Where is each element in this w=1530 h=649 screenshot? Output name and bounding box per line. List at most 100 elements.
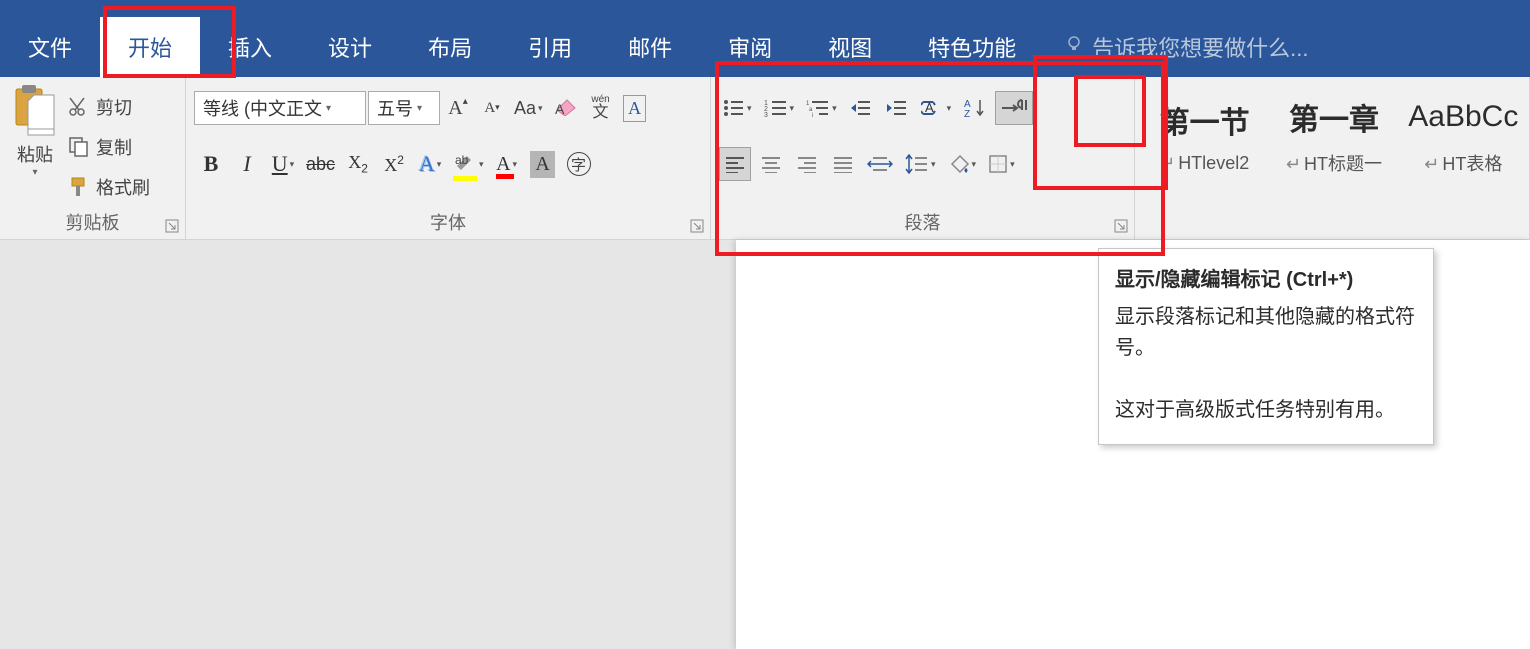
scissors-icon (68, 96, 90, 118)
italic-button[interactable]: I (230, 147, 264, 181)
style-ht-table[interactable]: AaBbCc ↵HT表格 (1400, 79, 1527, 187)
shrink-font-button[interactable]: A▾ (476, 91, 508, 125)
svg-text:ab: ab (455, 153, 469, 167)
asian-layout-button[interactable]: A▾ (917, 91, 956, 125)
style-htlevel2[interactable]: 第一节 ↵HTlevel2 (1141, 79, 1268, 187)
bold-button[interactable]: B (194, 147, 228, 181)
paste-label: 粘贴 (17, 141, 53, 167)
strikethrough-icon: abc (306, 154, 335, 175)
tab-insert[interactable]: 插入 (200, 17, 300, 77)
phonetic-guide-button[interactable]: wén 文 (585, 91, 617, 125)
subscript-button[interactable]: X2 (341, 147, 375, 181)
distributed-button[interactable] (863, 147, 897, 181)
paste-dropdown-arrow[interactable]: ▾ (32, 167, 37, 178)
decrease-indent-button[interactable] (845, 91, 877, 125)
font-color-button[interactable]: A▾ (490, 147, 524, 181)
copy-label: 复制 (96, 134, 132, 160)
cut-label: 剪切 (96, 94, 132, 120)
font-name-combo[interactable]: 等线 (中文正文 ▾ (194, 91, 366, 125)
font-size-combo[interactable]: 五号 ▾ (368, 91, 440, 125)
decrease-indent-icon (850, 99, 872, 117)
line-spacing-button[interactable]: ▾ (901, 147, 940, 181)
align-right-button[interactable] (791, 147, 823, 181)
show-hide-marks-button[interactable] (995, 91, 1033, 125)
ribbon: 粘贴 ▾ 剪切 复制 格式刷 剪贴板 等线 (中文正文 (0, 77, 1530, 240)
line-spacing-icon (905, 154, 929, 174)
grow-font-button[interactable]: A▴ (442, 91, 474, 125)
phonetic-guide-icon: wén 文 (591, 95, 609, 121)
tab-references[interactable]: 引用 (500, 17, 600, 77)
font-launcher[interactable] (690, 219, 704, 233)
align-center-button[interactable] (755, 147, 787, 181)
text-effects-button[interactable]: A▾ (413, 147, 447, 181)
shrink-font-icon: A▾ (484, 100, 499, 117)
align-center-icon (760, 155, 782, 173)
tab-home[interactable]: 开始 (100, 17, 200, 77)
paste-icon (14, 85, 56, 137)
character-shading-button[interactable]: A (526, 147, 560, 181)
paragraph-launcher[interactable] (1114, 219, 1128, 233)
group-paragraph: ▾ 123▾ 1ai▾ A▾ AZ (711, 77, 1135, 239)
tab-special-features[interactable]: 特色功能 (900, 17, 1044, 77)
align-justify-button[interactable] (827, 147, 859, 181)
format-painter-label: 格式刷 (96, 174, 150, 200)
group-clipboard: 粘贴 ▾ 剪切 复制 格式刷 剪贴板 (0, 77, 186, 239)
svg-text:Z: Z (964, 109, 970, 118)
style-sample: 第一章 (1289, 90, 1379, 144)
character-border-button[interactable]: A (619, 91, 651, 125)
align-left-icon (724, 155, 746, 173)
strikethrough-button[interactable]: abc (302, 147, 339, 181)
numbering-button[interactable]: 123▾ (760, 91, 799, 125)
tab-view[interactable]: 视图 (800, 17, 900, 77)
group-font: 等线 (中文正文 ▾ 五号 ▾ A▴ A▾ Aa▾ A (186, 77, 711, 239)
clipboard-launcher[interactable] (165, 219, 179, 233)
tab-review[interactable]: 审阅 (700, 17, 800, 77)
tell-me-search[interactable]: 告诉我您想要做什么... (1044, 17, 1328, 77)
sort-button[interactable]: AZ (959, 91, 991, 125)
copy-button[interactable]: 复制 (68, 134, 179, 160)
highlight-icon: ab (453, 150, 477, 179)
character-shading-icon: A (530, 151, 554, 178)
bullets-icon (723, 99, 745, 117)
increase-indent-button[interactable] (881, 91, 913, 125)
svg-text:A: A (555, 101, 565, 116)
svg-text:3: 3 (764, 112, 768, 117)
clear-formatting-button[interactable]: A (549, 91, 583, 125)
character-border-icon: A (623, 95, 646, 122)
subscript-icon: X2 (348, 152, 368, 176)
change-case-icon: Aa (514, 98, 536, 119)
multilevel-list-button[interactable]: 1ai▾ (802, 91, 841, 125)
align-right-icon (796, 155, 818, 173)
paste-button[interactable]: 粘贴 ▾ (6, 83, 64, 207)
style-sample: 第一节 (1160, 93, 1250, 147)
tab-file[interactable]: 文件 (0, 17, 100, 77)
style-ht-title-1[interactable]: 第一章 ↵HT标题一 (1270, 79, 1397, 187)
tab-layout[interactable]: 布局 (400, 17, 500, 77)
eraser-icon: A (553, 96, 579, 121)
paint-bucket-icon (948, 154, 970, 174)
asian-layout-icon: A (921, 98, 945, 118)
superscript-button[interactable]: X2 (377, 147, 411, 181)
underline-icon: U (272, 151, 288, 177)
distributed-icon (867, 155, 893, 173)
font-color-icon: A (496, 153, 510, 176)
borders-button[interactable]: ▾ (984, 147, 1019, 181)
tab-design[interactable]: 设计 (300, 17, 400, 77)
cut-button[interactable]: 剪切 (68, 94, 179, 120)
paragraph-group-label: 段落 (711, 209, 1134, 235)
underline-button[interactable]: U▾ (266, 147, 300, 181)
shading-button[interactable]: ▾ (944, 147, 981, 181)
align-left-button[interactable] (719, 147, 751, 181)
ribbon-tab-bar: 文件 开始 插入 设计 布局 引用 邮件 审阅 视图 特色功能 告诉我您想要做什… (0, 0, 1530, 77)
highlight-color-button[interactable]: ab ▾ (449, 147, 488, 181)
change-case-button[interactable]: Aa▾ (510, 91, 547, 125)
enclose-characters-icon: 字 (567, 152, 591, 176)
chevron-down-icon: ▾ (326, 103, 340, 114)
format-painter-button[interactable]: 格式刷 (68, 174, 179, 200)
superscript-icon: X2 (384, 153, 404, 176)
tab-mailings[interactable]: 邮件 (600, 17, 700, 77)
enclose-characters-button[interactable]: 字 (562, 147, 596, 181)
clipboard-group-label: 剪贴板 (0, 209, 185, 235)
style-name: ↵HT标题一 (1286, 150, 1382, 176)
bullets-button[interactable]: ▾ (719, 91, 756, 125)
